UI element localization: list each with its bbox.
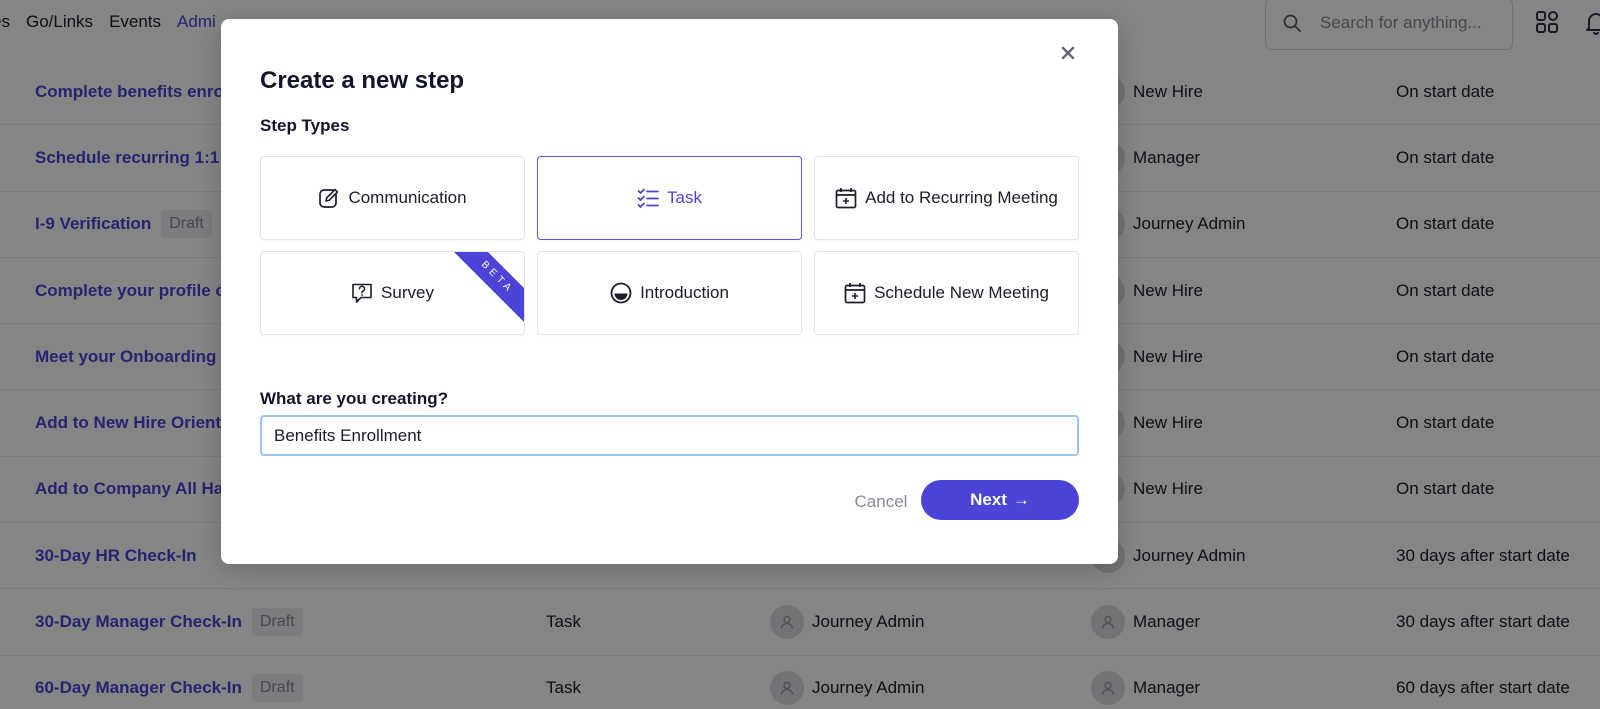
smile-icon [610,282,632,304]
step-type-introduction[interactable]: Introduction [537,251,802,335]
calendar-add-icon [844,283,866,304]
calendar-add-icon [835,188,857,209]
step-type-label: Schedule New Meeting [874,283,1049,302]
beta-badge: BETA [449,252,524,326]
step-type-add-to-recurring-meeting[interactable]: Add to Recurring Meeting [814,156,1079,240]
step-type-communication[interactable]: Communication [260,156,525,240]
create-step-modal: Create a new step Step Types Communicati… [221,19,1118,564]
modal-title: Create a new step [260,67,465,94]
step-type-task[interactable]: Task [537,156,802,240]
question-bubble-icon [352,283,372,303]
step-types-grid: Communication Task Add to Recurring Meet… [260,156,1079,335]
step-name-label: What are you creating? [260,389,448,408]
next-button[interactable]: Next → [921,480,1079,520]
step-type-label: Survey [381,283,434,302]
step-type-schedule-new-meeting[interactable]: Schedule New Meeting [814,251,1079,335]
step-name-input[interactable] [260,415,1079,456]
step-type-label: Task [667,188,702,207]
step-type-label: Communication [348,188,467,207]
checklist-icon [637,188,659,208]
next-button-label: Next [970,490,1007,509]
step-type-survey[interactable]: Survey BETA [260,251,525,335]
step-type-label: Introduction [640,283,729,302]
edit-icon [319,188,339,208]
step-type-label: Add to Recurring Meeting [865,188,1058,207]
cancel-button[interactable]: Cancel [841,482,921,522]
step-types-label: Step Types [260,116,350,135]
arrow-right-icon: → [1012,490,1030,509]
close-icon [1061,46,1075,60]
close-button[interactable] [1056,41,1080,65]
